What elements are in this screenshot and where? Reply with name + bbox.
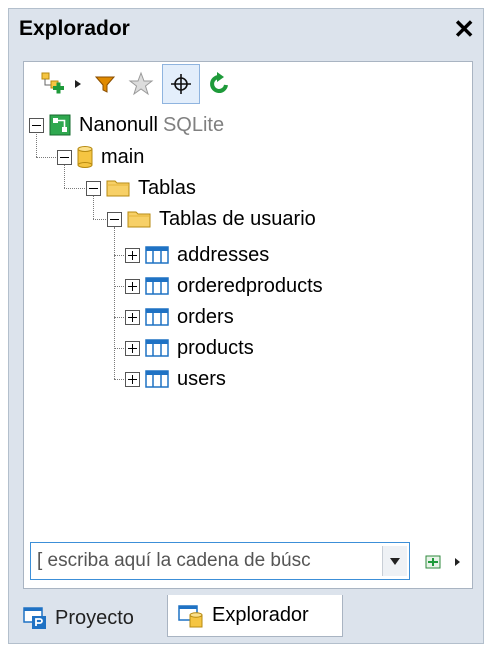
expand-toggle[interactable]: [125, 371, 140, 387]
add-db-icon: [41, 72, 64, 94]
triangle-right-icon: [75, 80, 81, 88]
tree-node-user-tables[interactable]: Tablas de usuario: [107, 204, 316, 234]
expand-toggle[interactable]: [125, 340, 140, 356]
collapse-toggle[interactable]: [29, 117, 44, 133]
expand-toggle[interactable]: [125, 278, 140, 294]
connection-label: Nanonull: [79, 113, 158, 136]
table-icon: [145, 245, 169, 265]
collapse-toggle[interactable]: [86, 180, 101, 196]
folder-icon: [127, 209, 151, 229]
funnel-icon: [94, 76, 116, 93]
table-label: orderedproducts: [177, 274, 323, 297]
tab-proyecto[interactable]: Proyecto: [15, 597, 163, 639]
explorer-panel: Explorador ✕ Nanonull SQLite main Tablas…: [8, 8, 484, 644]
table-label: products: [177, 336, 254, 359]
crosshair-icon: [171, 74, 191, 94]
tree-node-database[interactable]: main: [57, 142, 144, 172]
more-options-button[interactable]: [448, 548, 466, 576]
table-icon: [145, 307, 169, 327]
connection-type-label: SQLite: [162, 113, 225, 136]
sqlite-connection-icon: [49, 114, 71, 136]
table-label: addresses: [177, 243, 270, 266]
tree-node-tables-folder[interactable]: Tablas: [86, 173, 196, 203]
tree-node-table[interactable]: addresses: [125, 240, 269, 270]
table-label: users: [177, 367, 226, 390]
search-input[interactable]: [31, 544, 382, 578]
expand-toggle[interactable]: [125, 309, 140, 325]
add-connection-button[interactable]: [40, 64, 66, 104]
tree-node-table[interactable]: orderedproducts: [125, 271, 323, 301]
user-tables-folder-label: Tablas de usuario: [159, 207, 316, 230]
explorer-db-icon: [178, 603, 206, 629]
project-icon: [23, 605, 49, 631]
panel-tabs: Proyecto Explorador: [9, 595, 483, 643]
close-button[interactable]: ✕: [453, 16, 475, 42]
explorer-toolbar: [24, 62, 472, 106]
table-icon: [145, 338, 169, 358]
table-label: orders: [177, 305, 234, 328]
locate-button[interactable]: [162, 64, 200, 104]
tree-node-table[interactable]: products: [125, 333, 254, 363]
collapse-toggle[interactable]: [57, 149, 72, 165]
refresh-button[interactable]: [204, 64, 234, 104]
filter-button[interactable]: [90, 64, 120, 104]
table-icon: [145, 276, 169, 296]
folder-icon: [106, 178, 130, 198]
database-label: main: [101, 145, 145, 168]
expand-toggle[interactable]: [125, 247, 140, 263]
database-tree: Nanonull SQLite main Tablas Tablas de us…: [24, 106, 472, 518]
expand-all-icon: [425, 555, 441, 569]
database-icon: [77, 146, 93, 168]
tab-explorador[interactable]: Explorador: [167, 595, 343, 637]
tree-node-table[interactable]: users: [125, 364, 226, 394]
panel-titlebar: Explorador ✕: [9, 9, 483, 49]
panel-title: Explorador: [19, 17, 130, 40]
search-options-button[interactable]: [420, 548, 446, 576]
dropdown-arrow-button[interactable]: [70, 64, 86, 104]
tree-node-connection[interactable]: Nanonull SQLite: [29, 110, 224, 140]
tab-label: Proyecto: [55, 606, 134, 629]
tab-label: Explorador: [212, 604, 309, 626]
search-dropdown-button[interactable]: [382, 546, 407, 576]
collapse-toggle[interactable]: [107, 211, 122, 227]
explorer-content: Nanonull SQLite main Tablas Tablas de us…: [23, 61, 473, 589]
search-box: [30, 542, 410, 580]
favorites-button[interactable]: [124, 64, 158, 104]
star-icon: [128, 71, 154, 96]
table-icon: [145, 369, 169, 389]
triangle-right-icon: [454, 558, 460, 566]
tables-folder-label: Tablas: [138, 176, 196, 199]
tree-node-table[interactable]: orders: [125, 302, 234, 332]
refresh-icon: [210, 72, 228, 93]
chevron-down-icon: [390, 557, 400, 565]
